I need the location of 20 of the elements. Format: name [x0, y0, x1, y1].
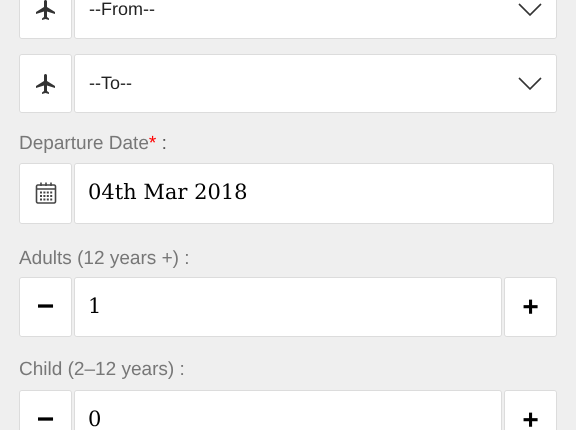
calendar-icon	[34, 181, 56, 205]
field-label: Departure Date* :	[19, 133, 167, 154]
count-field[interactable]: 0	[74, 390, 502, 430]
select-placeholder: --From--	[89, 0, 155, 21]
field-label: Child (2–12 years) :	[19, 359, 185, 380]
decrement-button[interactable]: −	[19, 390, 72, 430]
select-placeholder: --To--	[89, 72, 132, 95]
decrement-button[interactable]: −	[19, 277, 72, 337]
chevron-down-icon	[518, 76, 542, 90]
increment-button[interactable]: +	[504, 390, 557, 430]
field-label: Adults (12 years +) :	[19, 248, 190, 268]
airport-select[interactable]: --To--	[74, 54, 557, 113]
count-field[interactable]: 1	[74, 277, 502, 337]
date-field[interactable]: 04th Mar 2018	[74, 162, 554, 224]
airplane-icon	[34, 72, 58, 96]
airport-select[interactable]: --From--	[74, 0, 557, 39]
increment-button[interactable]: +	[504, 277, 557, 337]
calendar-button[interactable]	[19, 162, 72, 224]
chevron-down-icon	[518, 2, 542, 16]
airplane-icon	[34, 0, 58, 22]
